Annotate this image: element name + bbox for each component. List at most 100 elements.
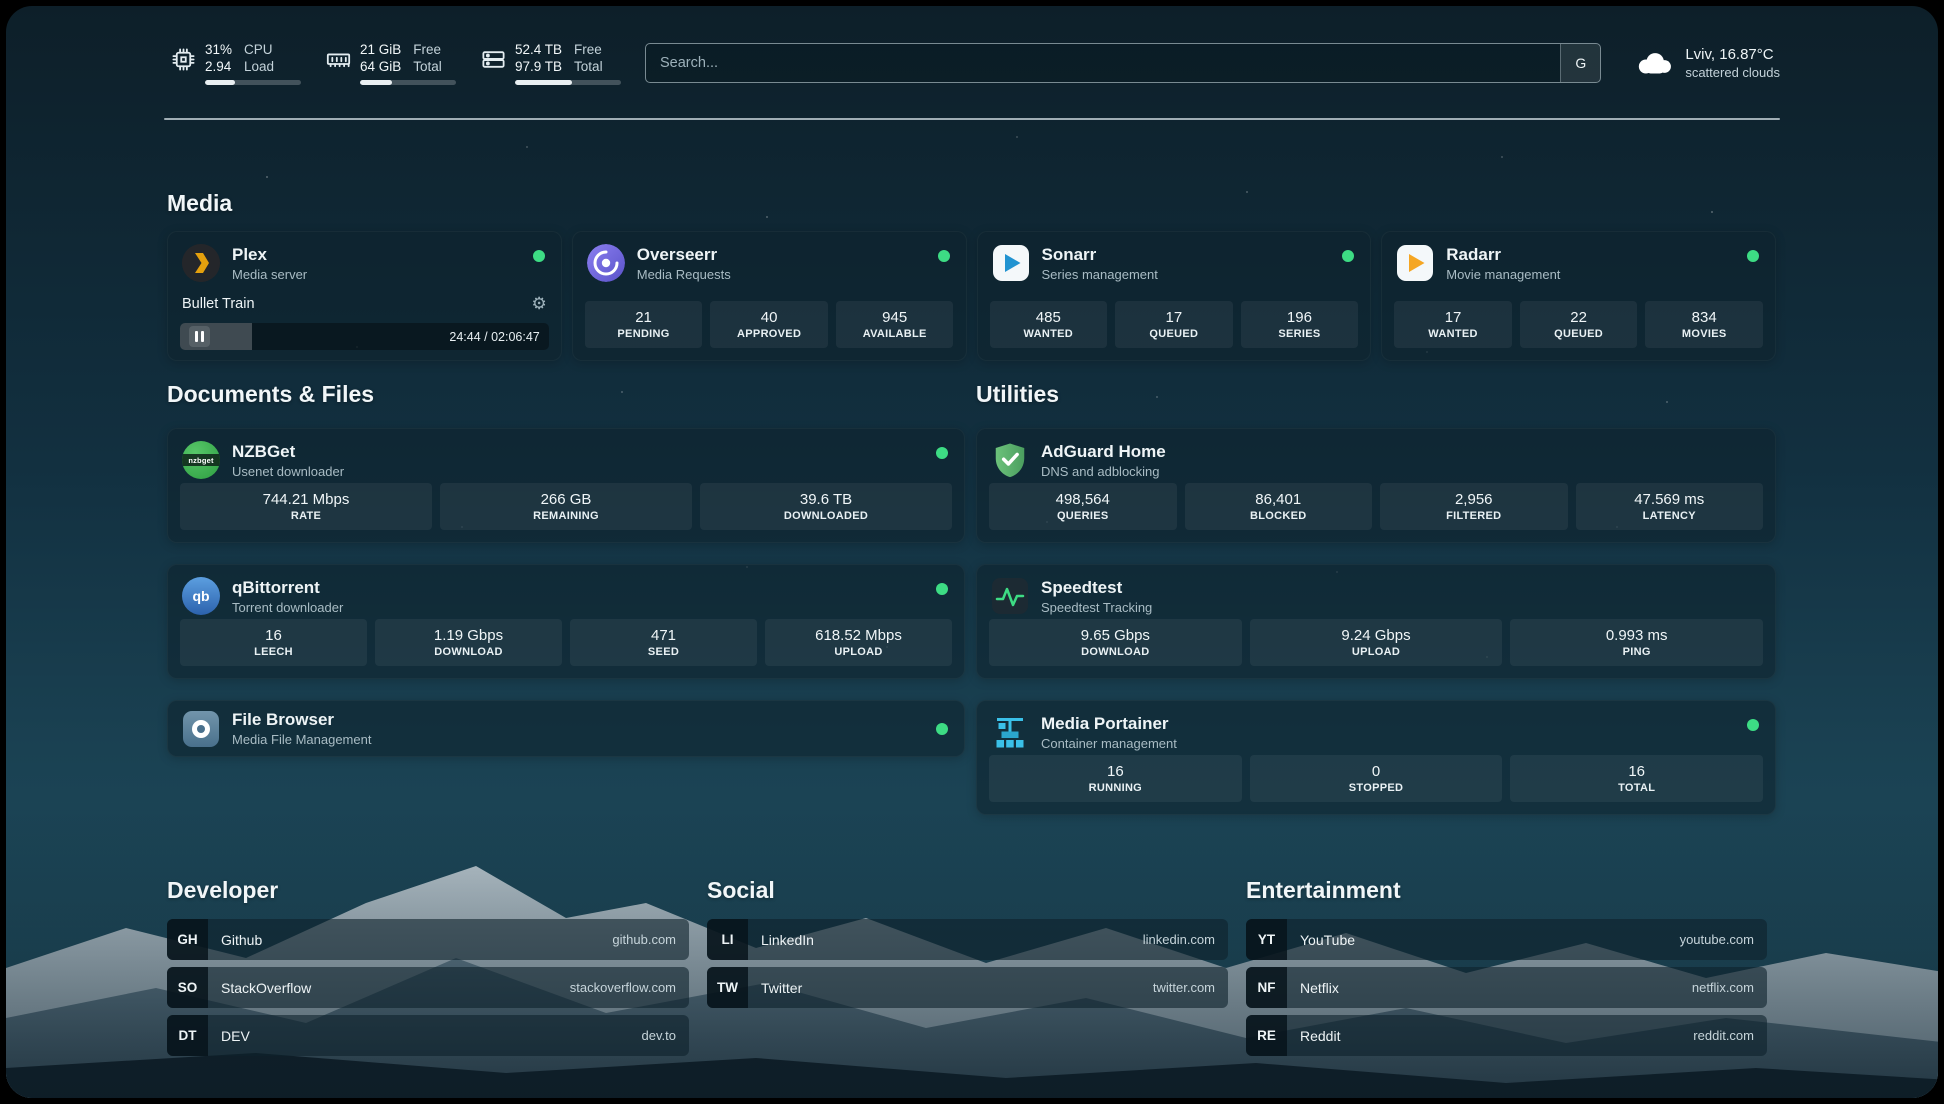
- topbar: 31% 2.94 CPU Load: [170, 34, 1780, 92]
- stat-tile: 39.6 TBDOWNLOADED: [700, 483, 952, 530]
- entertainment-bookmarks: YT YouTube youtube.com NF Netflix netfli…: [1246, 919, 1767, 1056]
- disk-total-value: 97.9 TB: [515, 58, 562, 75]
- app-desc: Movie management: [1446, 267, 1560, 282]
- adguard-icon: [991, 441, 1029, 479]
- portainer-icon: [991, 713, 1029, 751]
- section-title-media: Media: [167, 189, 232, 217]
- app-card-speedtest[interactable]: Speedtest Speedtest Tracking 9.65 GbpsDO…: [976, 564, 1776, 679]
- app-card-sonarr[interactable]: Sonarr Series management 485WANTED 17QUE…: [977, 231, 1372, 361]
- social-bookmarks: LI LinkedIn linkedin.com TW Twitter twit…: [707, 919, 1228, 1008]
- cpu-percent: 31%: [205, 41, 232, 58]
- app-card-adguard[interactable]: AdGuard Home DNS and adblocking 498,564Q…: [976, 428, 1776, 543]
- stat-tile: 485WANTED: [990, 301, 1108, 348]
- app-name: qBittorrent: [232, 578, 343, 598]
- bookmark-url: dev.to: [642, 1028, 676, 1043]
- cpu-load-value: 2.94: [205, 58, 232, 75]
- stat-tile: 2,956FILTERED: [1380, 483, 1568, 530]
- bookmark-stackoverflow[interactable]: SO StackOverflow stackoverflow.com: [167, 967, 689, 1008]
- stat-tile: 1.19 GbpsDOWNLOAD: [375, 619, 562, 666]
- disk-widget: 52.4 TB 97.9 TB Free Total: [480, 41, 621, 85]
- stat-tile: 0STOPPED: [1250, 755, 1503, 802]
- plex-icon: [182, 244, 220, 282]
- disk-progress-bar: [515, 80, 621, 85]
- pause-icon[interactable]: [189, 326, 210, 347]
- app-name: AdGuard Home: [1041, 442, 1166, 462]
- app-desc: Media server: [232, 267, 307, 282]
- app-desc: Usenet downloader: [232, 464, 344, 479]
- app-card-nzbget[interactable]: nzbget NZBGet Usenet downloader 744.21 M…: [167, 428, 965, 543]
- bookmark-url: stackoverflow.com: [570, 980, 676, 995]
- ram-icon: [325, 46, 352, 73]
- search-engine-button[interactable]: G: [1560, 44, 1600, 82]
- bookmark-name: Netflix: [1300, 980, 1339, 996]
- cpu-load-label: Load: [244, 58, 274, 75]
- bookmark-dev[interactable]: DT DEV dev.to: [167, 1015, 689, 1056]
- speedtest-icon: [991, 577, 1029, 615]
- bookmark-youtube[interactable]: YT YouTube youtube.com: [1246, 919, 1767, 960]
- app-card-radarr[interactable]: Radarr Movie management 17WANTED 22QUEUE…: [1381, 231, 1776, 361]
- section-title-developer: Developer: [167, 876, 278, 904]
- dashboard-screen: 31% 2.94 CPU Load: [0, 0, 1944, 1104]
- bookmark-url: netflix.com: [1692, 980, 1754, 995]
- app-card-plex[interactable]: Plex Media server Bullet Train ⚙ 24:44 /…: [167, 231, 562, 361]
- developer-bookmarks: GH Github github.com SO StackOverflow st…: [167, 919, 689, 1056]
- weather-location: Lviv, 16.87°C: [1685, 46, 1780, 63]
- bookmark-reddit[interactable]: RE Reddit reddit.com: [1246, 1015, 1767, 1056]
- stat-tile: 16RUNNING: [989, 755, 1242, 802]
- now-playing-title: Bullet Train: [182, 296, 255, 312]
- stat-tile: 266 GBREMAINING: [440, 483, 692, 530]
- app-card-overseerr[interactable]: Overseerr Media Requests 21PENDING 40APP…: [572, 231, 967, 361]
- stat-tile: 47.569 msLATENCY: [1576, 483, 1764, 530]
- bookmark-github[interactable]: GH Github github.com: [167, 919, 689, 960]
- ram-free-value: 21 GiB: [360, 41, 401, 58]
- stat-tile: 16LEECH: [180, 619, 367, 666]
- bookmark-abbr: TW: [707, 967, 748, 1008]
- bookmark-abbr: LI: [707, 919, 748, 960]
- disk-free-label: Free: [574, 41, 603, 58]
- header-divider: [164, 118, 1780, 120]
- gear-icon[interactable]: ⚙: [532, 295, 547, 312]
- app-desc: DNS and adblocking: [1041, 464, 1166, 479]
- disk-icon: [480, 46, 507, 73]
- app-name: File Browser: [232, 710, 371, 730]
- bookmark-url: twitter.com: [1153, 980, 1215, 995]
- search-bar: G: [645, 43, 1601, 83]
- section-title-documents: Documents & Files: [167, 380, 374, 408]
- status-dot: [938, 250, 950, 262]
- bookmark-linkedin[interactable]: LI LinkedIn linkedin.com: [707, 919, 1228, 960]
- stat-tile: 40APPROVED: [710, 301, 828, 348]
- stat-tile: 86,401BLOCKED: [1185, 483, 1373, 530]
- section-title-social: Social: [707, 876, 775, 904]
- sonarr-icon: [992, 244, 1030, 282]
- search-input[interactable]: [646, 44, 1560, 82]
- documents-column: nzbget NZBGet Usenet downloader 744.21 M…: [167, 428, 965, 757]
- app-card-qbittorrent[interactable]: qb qBittorrent Torrent downloader 16LEEC…: [167, 564, 965, 679]
- app-name: Plex: [232, 245, 307, 265]
- stat-tile: 945AVAILABLE: [836, 301, 954, 348]
- stat-tile: 9.24 GbpsUPLOAD: [1250, 619, 1503, 666]
- app-card-portainer[interactable]: Media Portainer Container management 16R…: [976, 700, 1776, 815]
- app-card-filebrowser[interactable]: File Browser Media File Management: [167, 700, 965, 757]
- app-desc: Series management: [1042, 267, 1158, 282]
- ram-free-label: Free: [413, 41, 442, 58]
- playback-seekbar[interactable]: 24:44 / 02:06:47: [180, 323, 549, 350]
- cloud-icon: [1633, 49, 1675, 77]
- bookmark-twitter[interactable]: TW Twitter twitter.com: [707, 967, 1228, 1008]
- filebrowser-icon: [182, 710, 220, 748]
- disk-total-label: Total: [574, 58, 603, 75]
- stat-tile: 22QUEUED: [1520, 301, 1638, 348]
- media-cards-row: Plex Media server Bullet Train ⚙ 24:44 /…: [167, 231, 1776, 361]
- cpu-widget: 31% 2.94 CPU Load: [170, 41, 301, 85]
- status-dot: [1747, 250, 1759, 262]
- status-dot: [936, 447, 948, 459]
- bookmark-netflix[interactable]: NF Netflix netflix.com: [1246, 967, 1767, 1008]
- utilities-column: AdGuard Home DNS and adblocking 498,564Q…: [976, 428, 1776, 815]
- bookmark-abbr: GH: [167, 919, 208, 960]
- nzbget-icon: nzbget: [182, 441, 220, 479]
- weather-widget: Lviv, 16.87°C scattered clouds: [1633, 46, 1780, 80]
- bookmark-url: github.com: [612, 932, 676, 947]
- bookmark-name: Twitter: [761, 980, 802, 996]
- app-desc: Torrent downloader: [232, 600, 343, 615]
- stat-tile: 834MOVIES: [1645, 301, 1763, 348]
- stat-tile: 498,564QUERIES: [989, 483, 1177, 530]
